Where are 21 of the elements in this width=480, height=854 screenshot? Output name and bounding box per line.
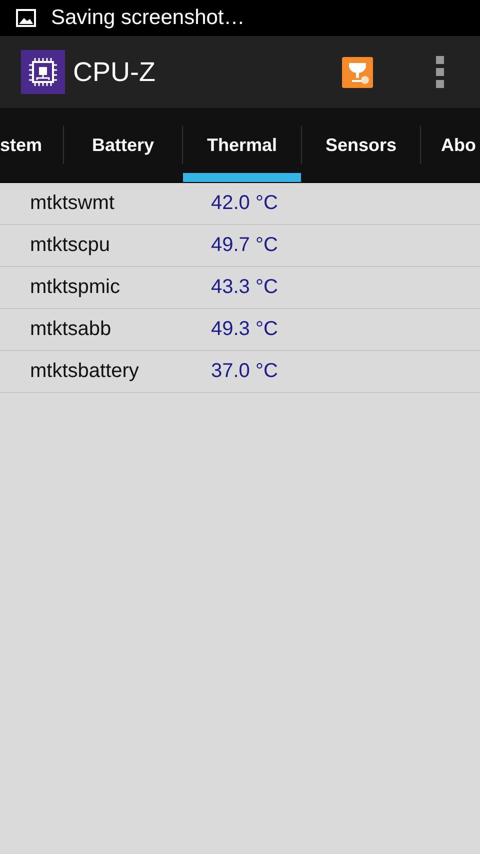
notification-text: Saving screenshot…: [51, 6, 245, 30]
tab[interactable]: Battery: [64, 108, 182, 182]
temperature-value: 37.0 °C: [211, 360, 278, 383]
chip-icon: [21, 50, 65, 94]
tab[interactable]: Thermal: [183, 108, 301, 182]
temperature-value: 42.0 °C: [211, 192, 278, 215]
temperature-value: 49.3 °C: [211, 318, 278, 341]
trophy-icon[interactable]: [342, 56, 373, 88]
tab[interactable]: stem: [0, 108, 63, 182]
temperature-value: 43.3 °C: [211, 276, 278, 299]
tab[interactable]: Abo: [421, 108, 480, 182]
temperature-value: 49.7 °C: [211, 234, 278, 257]
sensor-name: mtktspmic: [29, 276, 121, 299]
image-icon: [16, 9, 36, 27]
sensor-name: mtktswmt: [29, 192, 116, 215]
app-title: CPU-Z: [73, 56, 156, 88]
sensor-name: mtktsbattery: [29, 360, 140, 383]
sensor-name: mtktsabb: [29, 318, 112, 341]
overflow-menu-icon[interactable]: [436, 56, 444, 88]
sensor-name: mtktscpu: [29, 234, 112, 257]
tab[interactable]: Sensors: [302, 108, 420, 182]
